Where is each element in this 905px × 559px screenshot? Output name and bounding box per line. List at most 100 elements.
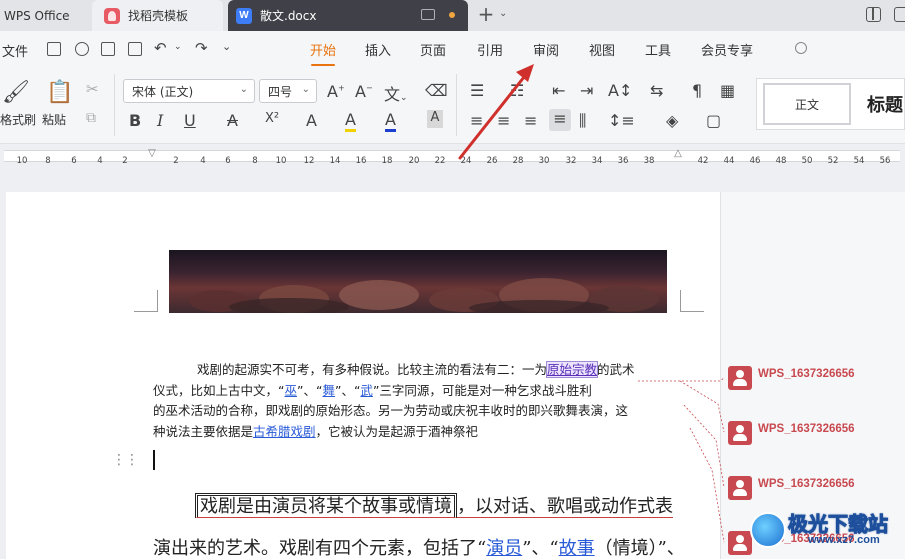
- document-page[interactable]: 戏剧的起源实不可考，有多种假说。比较主流的看法有二：一为原始宗教的武术 仪式，比…: [6, 192, 720, 559]
- text-effect-icon[interactable]: A: [306, 111, 317, 130]
- link-story[interactable]: 故事: [559, 538, 595, 559]
- tab-find-template[interactable]: 找稻壳模板: [92, 0, 223, 31]
- copy-icon[interactable]: ⧉: [86, 110, 96, 126]
- horizontal-ruler[interactable]: 10 8 6 4 2 2 4 6 8 10 12 14 16 18 20 22 24 26 28 30 32 34 36 38…: [0, 144, 905, 168]
- font-size-select[interactable]: 四号 ⌄: [259, 79, 317, 103]
- tab-document[interactable]: W 散文.docx: [228, 0, 468, 31]
- comment-card[interactable]: WPS_1637326656: [724, 421, 904, 447]
- quick-access-more-icon[interactable]: ⌄: [222, 40, 231, 53]
- redo-icon[interactable]: ↷: [195, 39, 208, 57]
- indent-marker-icon[interactable]: ▽: [148, 148, 156, 159]
- link-wu-dance[interactable]: 舞: [322, 383, 335, 398]
- print-icon[interactable]: [101, 42, 115, 56]
- font-color-icon[interactable]: A: [385, 110, 396, 132]
- ruler-number: 22: [434, 156, 446, 166]
- align-right-icon[interactable]: ≡: [524, 111, 537, 130]
- comment-card[interactable]: WPS_1637326656: [724, 476, 904, 502]
- link-greek-drama[interactable]: 古希腊戏剧: [253, 424, 316, 439]
- print-preview-icon[interactable]: [128, 42, 142, 56]
- paste-label[interactable]: 粘贴: [42, 111, 66, 128]
- title-tab-bar: WPS Office 找稻壳模板 W 散文.docx + ⌄: [0, 0, 905, 31]
- paragraph-drag-handle-icon[interactable]: ⋮⋮: [112, 452, 139, 468]
- menu-review[interactable]: 审阅: [533, 40, 559, 59]
- ruler-number: 4: [97, 156, 103, 166]
- boxed-text[interactable]: 戏剧是由演员将某个故事或情境: [195, 493, 457, 518]
- justify-icon[interactable]: ≡: [549, 109, 571, 131]
- sidebar-toggle-icon[interactable]: [866, 7, 881, 22]
- tab-find-template-label: 找稻壳模板: [128, 9, 189, 23]
- align-center-icon[interactable]: ≡: [497, 111, 510, 130]
- sort-icon[interactable]: ⇆: [650, 81, 663, 100]
- increase-indent-icon[interactable]: ⇥: [580, 81, 593, 100]
- text-direction-icon[interactable]: A↕: [608, 81, 632, 100]
- crop-mark-left: [134, 290, 158, 312]
- menu-bar: 文件 ↶ ⌄ ↷ ⌄ 开始 插入 页面 引用 审阅 视图 工具 会员专享: [0, 31, 905, 68]
- ruler-bar: 10 8 6 4 2 2 4 6 8 10 12 14 16 18 20 22 24 26 28 30 32 34 36 38…: [4, 148, 900, 166]
- strikethrough-icon[interactable]: A: [227, 111, 238, 130]
- phonetic-guide-icon[interactable]: 文⌄: [384, 81, 408, 105]
- columns-icon[interactable]: ▦: [720, 81, 735, 100]
- menu-member[interactable]: 会员专享: [701, 40, 753, 59]
- search-icon[interactable]: [795, 42, 807, 54]
- ruler-number: 48: [775, 156, 787, 166]
- borders-icon[interactable]: ▢: [706, 111, 721, 130]
- active-tab-indicator: [311, 64, 335, 66]
- menu-references[interactable]: 引用: [477, 40, 503, 59]
- paragraph-origin[interactable]: 戏剧的起源实不可考，有多种假说。比较主流的看法有二：一为原始宗教的武术 仪式，比…: [153, 360, 687, 442]
- bold-icon[interactable]: B: [129, 111, 141, 130]
- watermark-url: www.xz7.com: [808, 534, 880, 546]
- ruler-number: 14: [329, 156, 341, 166]
- save-icon[interactable]: [47, 42, 61, 56]
- font-grow-icon[interactable]: A+: [327, 82, 345, 101]
- indent-marker-icon[interactable]: △: [674, 148, 682, 159]
- new-tab-plus-icon[interactable]: +: [476, 4, 496, 25]
- tab-wps-office[interactable]: WPS Office: [0, 0, 88, 31]
- paragraph-shading-icon[interactable]: ◈: [666, 111, 678, 130]
- menu-home[interactable]: 开始: [310, 40, 336, 59]
- menu-page[interactable]: 页面: [420, 40, 446, 59]
- decrease-indent-icon[interactable]: ⇤: [552, 81, 565, 100]
- paste-icon[interactable]: 📋: [46, 80, 73, 105]
- text-run: ”、“: [334, 382, 361, 398]
- menu-view[interactable]: 视图: [589, 40, 615, 59]
- undo-dropdown-icon[interactable]: ⌄: [174, 42, 182, 52]
- clear-format-icon[interactable]: ⌫: [425, 81, 448, 100]
- monitor-icon[interactable]: [421, 9, 435, 20]
- superscript-icon[interactable]: X²: [265, 111, 279, 126]
- numbered-list-icon[interactable]: ☷: [510, 81, 524, 100]
- link-wu-shaman[interactable]: 巫: [284, 383, 297, 398]
- menu-file[interactable]: 文件: [2, 41, 28, 60]
- link-wu-martial[interactable]: 武: [360, 383, 373, 398]
- highlight-icon[interactable]: A: [345, 110, 356, 132]
- paragraph-definition[interactable]: 戏剧是由演员将某个故事或情境 ，以对话、歌唱或动作式表 演出来的艺术。戏剧有四个元…: [153, 486, 713, 559]
- menu-tools[interactable]: 工具: [645, 40, 671, 59]
- comment-card[interactable]: WPS_1637326656: [724, 366, 904, 392]
- text-run: 戏剧的起源实不可考，有多种假说。比较主流的看法有二：一为: [197, 362, 548, 377]
- link-icon[interactable]: [75, 42, 89, 56]
- bullet-list-icon[interactable]: ☰: [470, 81, 484, 100]
- link-actor[interactable]: 演员: [486, 538, 522, 559]
- ruler-number: 44: [723, 156, 735, 166]
- line-spacing-icon[interactable]: ↕≡: [608, 111, 635, 130]
- italic-icon[interactable]: I: [157, 111, 163, 130]
- font-name-select[interactable]: 宋体 (正文) ⌄: [123, 79, 255, 103]
- style-heading[interactable]: 标题: [867, 91, 903, 117]
- menu-insert[interactable]: 插入: [365, 40, 391, 59]
- tab-list-chevron-icon[interactable]: ⌄: [499, 8, 507, 19]
- char-shading-icon[interactable]: A: [427, 110, 443, 128]
- format-painter-icon[interactable]: 🖌: [2, 80, 30, 105]
- show-marks-icon[interactable]: ¶: [692, 81, 702, 100]
- header-image[interactable]: [169, 250, 667, 313]
- align-left-icon[interactable]: ≡: [470, 111, 483, 130]
- undo-icon[interactable]: ↶: [154, 39, 167, 57]
- style-normal[interactable]: 正文: [763, 83, 851, 125]
- cut-icon[interactable]: ✂: [86, 80, 99, 98]
- format-painter-label[interactable]: 格式刷: [0, 111, 36, 128]
- window-grid-icon[interactable]: [894, 7, 905, 22]
- font-shrink-icon[interactable]: A−: [355, 82, 373, 101]
- underline-icon[interactable]: U: [184, 111, 196, 130]
- link-primitive-religion[interactable]: 原始宗教: [546, 361, 599, 378]
- distribute-icon[interactable]: ⫼: [579, 111, 586, 131]
- ruler-number: 50: [801, 156, 813, 166]
- unsaved-dot-icon: [449, 12, 455, 18]
